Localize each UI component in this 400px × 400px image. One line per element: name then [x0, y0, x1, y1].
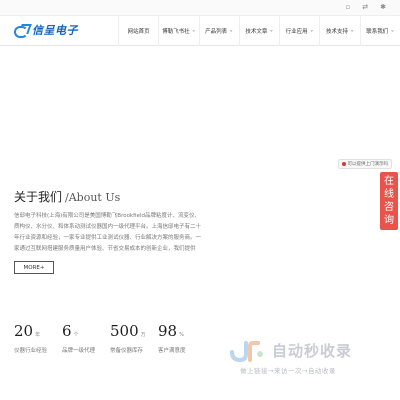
chevron-down-icon: ⌄ — [309, 27, 314, 34]
nav-item-label: 产品列表 — [205, 29, 228, 35]
stat-unit: % — [179, 332, 184, 338]
consult-char: 咨 — [384, 201, 394, 213]
nav-item-brookfield[interactable]: 博勒飞书社 ⌄ — [158, 16, 198, 46]
nav-item-label: 网站首页 — [127, 29, 150, 35]
stat-item: 500 万 常备仪器库存 — [110, 322, 158, 354]
chevron-down-icon: ⌄ — [269, 27, 274, 34]
nav-item-label: 技术文章 — [245, 29, 268, 35]
chat-dot-icon — [341, 162, 346, 166]
top-icons: ▫ ⇄ ✱ — [346, 3, 387, 12]
chevron-down-icon: ⌄ — [229, 27, 234, 34]
nav-item-label: 联系我们 — [366, 29, 389, 35]
nav-item-products[interactable]: 产品列表 ⌄ — [198, 16, 239, 46]
chevron-down-icon: ⌄ — [390, 27, 395, 34]
stat-item: 6个 品牌一级代理 — [62, 322, 110, 354]
stats-row: 20 年 仪器行业经验 6个 品牌一级代理 500 万 常备仪器库存 98% 客户满… — [14, 322, 214, 354]
chevron-down-icon: ⌄ — [191, 27, 196, 34]
top-utility-bar: ▫ ⇄ ✱ — [0, 0, 400, 16]
logo-mark-icon — [14, 24, 30, 38]
nav-item-label: 行业应用 — [285, 29, 308, 35]
about-description: 信邸电子科技(上海)有限公司是美国博勒飞Brookfield品牌粘度计、流变仪、… — [14, 213, 202, 252]
stat-unit: 年 — [35, 332, 41, 338]
nav-menu: 网站首页 博勒飞书社 ⌄ 产品列表 ⌄ 技术文章 ⌄ 行业应用 ⌄ 技术支持 ⌄… — [118, 16, 400, 46]
stat-unit: 万 — [140, 332, 146, 338]
stat-number: 6 — [62, 322, 72, 340]
consult-char: 询 — [384, 214, 394, 226]
stat-label: 客户满意度 — [158, 348, 186, 354]
demo-request-tag[interactable]: 可以提供上门演示吗 — [337, 159, 392, 169]
stat-unit: 个 — [73, 332, 79, 338]
stat-label: 仪器行业经验 — [14, 348, 48, 354]
weibo-icon[interactable]: ✱ — [380, 3, 386, 12]
stat-number: 20 — [14, 322, 34, 340]
stat-number: 98 — [158, 322, 178, 340]
watermark-sub-text: 做上链接→来访一次→自动收录 — [240, 367, 336, 375]
consult-char: 线 — [384, 188, 394, 200]
nav-item-contact[interactable]: 联系我们 ⌄ — [359, 16, 400, 46]
stat-label: 品牌一级代理 — [62, 348, 96, 354]
consult-char: 在 — [384, 175, 394, 187]
watermark-logo-icon — [230, 341, 263, 362]
main-navbar: 信呈电子 网站首页 博勒飞书社 ⌄ 产品列表 ⌄ 技术文章 ⌄ 行业应用 ⌄ 技… — [0, 16, 400, 46]
logo-text: 信呈电子 — [32, 24, 78, 37]
site-logo[interactable]: 信呈电子 — [14, 22, 78, 38]
about-title: 关于我们 /About Us — [14, 188, 204, 205]
chevron-down-icon: ⌄ — [349, 27, 355, 34]
watermark-main-text: 自动秒收录 — [272, 342, 353, 360]
demo-request-text: 可以提供上门演示吗 — [347, 162, 389, 167]
stat-item: 20 年 仪器行业经验 — [14, 322, 62, 354]
home-icon[interactable]: ▫ — [346, 3, 351, 12]
nav-item-articles[interactable]: 技术文章 ⌄ — [238, 16, 279, 46]
nav-item-home[interactable]: 网站首页 — [118, 16, 158, 46]
online-consult-button[interactable]: 在 线 咨 询 — [380, 172, 398, 230]
nav-item-label: 技术支持 — [325, 29, 348, 35]
more-button[interactable]: MORE+ — [14, 261, 54, 274]
nav-item-support[interactable]: 技术支持 ⌄ — [319, 16, 359, 46]
nav-item-label: 博勒飞书社 — [162, 29, 190, 35]
nav-item-industry[interactable]: 行业应用 ⌄ — [279, 16, 319, 46]
about-title-cn: 关于我们 — [14, 190, 63, 204]
about-title-en: /About Us — [65, 191, 121, 204]
stat-number: 500 — [110, 322, 139, 340]
stat-label: 常备仪器库存 — [110, 348, 144, 354]
stat-item: 98% 客户满意度 — [158, 322, 206, 354]
about-section: 关于我们 /About Us 信邸电子科技(上海)有限公司是美国博勒飞Brook… — [14, 188, 204, 274]
share-icon[interactable]: ⇄ — [362, 3, 368, 12]
watermark: 自动秒收录 做上链接→来访一次→自动收录 — [228, 338, 398, 378]
